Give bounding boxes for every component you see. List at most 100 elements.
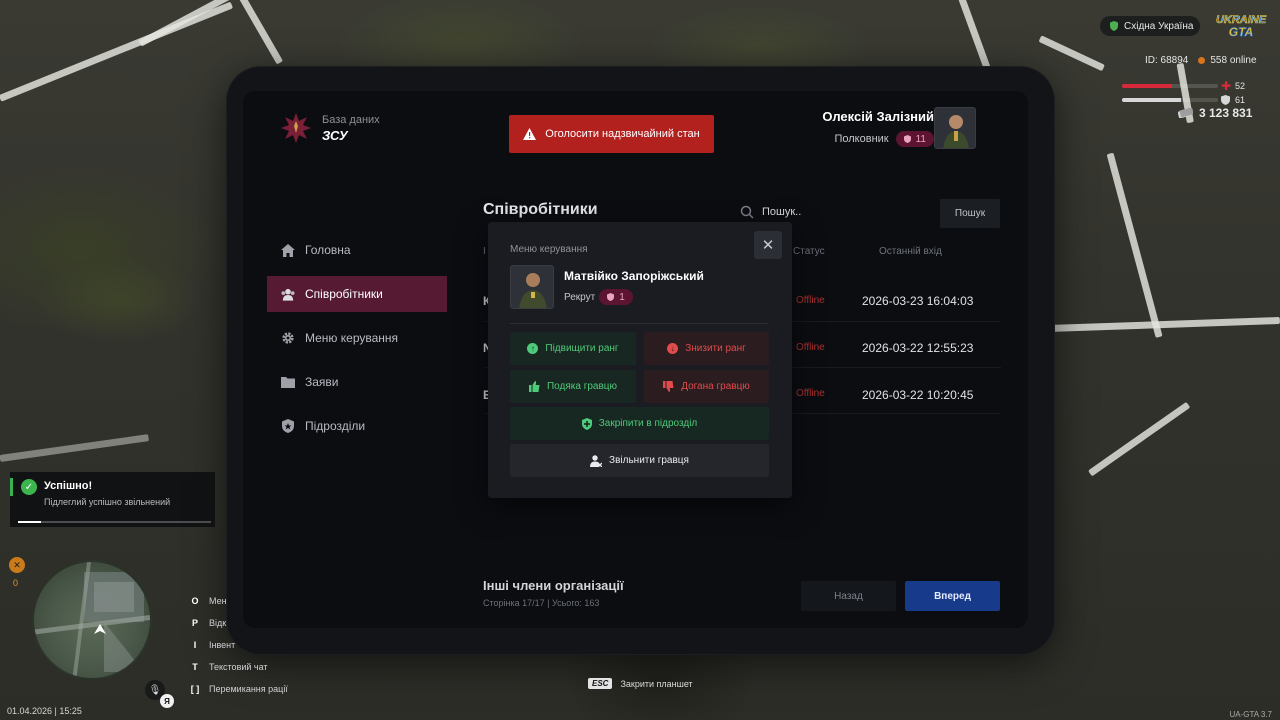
dismiss-player-label: Звільнити гравця xyxy=(609,455,689,466)
user-name: Олексій Залізний xyxy=(822,109,934,124)
sidebar-item-home[interactable]: Головна xyxy=(267,232,447,268)
key-label: O xyxy=(191,596,199,606)
money-icon xyxy=(1178,108,1193,118)
online-icon xyxy=(1198,57,1206,64)
database-name: ЗСУ xyxy=(322,128,348,143)
database-label: База даних xyxy=(322,114,380,126)
search-button[interactable]: Пошук xyxy=(940,199,1000,228)
emergency-button[interactable]: Оголосити надзвичайний стан xyxy=(509,115,714,153)
emergency-button-label: Оголосити надзвичайний стан xyxy=(545,128,700,140)
road-marking xyxy=(1038,35,1105,72)
folder-icon xyxy=(281,375,295,389)
promote-button[interactable]: ↑ Підвищити ранг xyxy=(510,332,636,365)
demote-button[interactable]: ↓ Знизити ранг xyxy=(644,332,769,365)
rank-badge: 1 xyxy=(599,289,633,305)
armor-bar xyxy=(1122,98,1218,102)
key-label: T xyxy=(192,662,198,672)
armor-value: 61 xyxy=(1235,95,1246,105)
server-logo: UKRAINE GTA xyxy=(1216,14,1267,40)
region-shield-icon xyxy=(1110,21,1118,31)
search-box[interactable]: Пошук.. xyxy=(740,201,930,223)
road-marking xyxy=(0,1,234,102)
next-button[interactable]: Вперед xyxy=(905,581,1000,611)
check-icon: ✓ xyxy=(21,479,37,495)
user-rank-label: Полковник xyxy=(834,133,889,145)
arrow-down-icon: ↓ xyxy=(667,343,679,354)
sidebar-item-units[interactable]: Підрозділи xyxy=(267,408,447,444)
shield-icon xyxy=(281,419,295,433)
column-header-status: Статус xyxy=(793,246,825,257)
toast-progress-track xyxy=(18,521,211,523)
back-button[interactable]: Назад xyxy=(801,581,896,611)
status-badge: Offline xyxy=(796,342,825,353)
player-id: ID: 68894 xyxy=(1145,55,1189,66)
column-header-id: І xyxy=(483,246,486,257)
health-icon: ✚ xyxy=(1221,79,1232,93)
user-rank: Полковник 11 xyxy=(834,131,934,147)
money-amount: 3 123 831 xyxy=(1199,106,1253,120)
armor-bar-fill xyxy=(1122,98,1181,102)
control-menu-modal: Меню керування ✕ Матвійко Запоріжський Р… xyxy=(488,222,792,498)
player-name: Матвійко Запоріжський xyxy=(564,269,704,283)
keybind-row: T Текстовий чат xyxy=(189,656,339,678)
sidebar-item-control-menu[interactable]: Меню керування xyxy=(267,320,447,356)
success-toast: ✓ Успішно! Підлеглий успішно звільнений xyxy=(10,472,215,527)
sidebar-item-employees[interactable]: Співробітники xyxy=(267,276,447,312)
money-display: 3 123 831 xyxy=(1178,106,1252,120)
svg-text:GTA: GTA xyxy=(1229,25,1253,39)
key-label: I xyxy=(193,640,197,650)
health-bar-fill xyxy=(1122,84,1172,88)
close-tablet-hint: ESC Закрити планшет xyxy=(588,678,693,689)
last-login-time: 2026-03-23 16:04:03 xyxy=(862,294,974,308)
users-icon xyxy=(281,287,295,301)
user-remove-icon xyxy=(590,454,603,467)
dismiss-player-button[interactable]: Звільнити гравця xyxy=(510,444,769,477)
search-input[interactable]: Пошук.. xyxy=(762,206,801,218)
keybind-action: Мен xyxy=(209,596,227,606)
reprimand-label: Догана гравцю xyxy=(681,381,750,392)
player-rank: Рекрут 1 xyxy=(564,289,633,305)
assign-unit-button[interactable]: Закріпити в підрозділ xyxy=(510,407,769,440)
keybind-row: O Мен xyxy=(189,590,339,612)
side-counter: 0 xyxy=(13,578,19,588)
arrow-up-icon: ↑ xyxy=(527,343,539,354)
close-tablet-label: Закрити планшет xyxy=(620,678,693,689)
reprimand-button[interactable]: Догана гравцю xyxy=(644,370,769,403)
player-id-online: ID: 68894 558 online xyxy=(1145,55,1257,66)
toast-message: Підлеглий успішно звільнений xyxy=(44,497,171,507)
user-avatar[interactable] xyxy=(934,107,976,149)
region-indicator: Східна Україна xyxy=(1100,16,1200,36)
keybind-row: P Відк xyxy=(189,612,339,634)
close-button[interactable]: ✕ xyxy=(754,231,782,259)
key-label: [ ] xyxy=(190,684,200,694)
section-title: Співробітники xyxy=(483,201,598,218)
sidebar-nav: Головна Співробітники Меню керування Зая… xyxy=(267,232,447,452)
sidebar-item-label: Головна xyxy=(305,243,351,257)
road-marking xyxy=(236,0,284,65)
hunger-icon: ✕ xyxy=(9,557,25,573)
assign-unit-label: Закріпити в підрозділ xyxy=(598,418,698,429)
road-marking xyxy=(1106,152,1163,338)
warning-icon xyxy=(523,128,537,140)
rank-level: 1 xyxy=(619,291,625,303)
status-badge: Offline xyxy=(796,388,825,399)
last-login-time: 2026-03-22 12:55:23 xyxy=(862,341,974,355)
armor-icon xyxy=(1221,95,1230,105)
version-label: UA-GTA 3.7 xyxy=(1229,710,1272,719)
voice-badge: Я xyxy=(160,694,174,708)
search-icon xyxy=(740,205,754,219)
toast-accent xyxy=(10,478,13,496)
close-icon: ✕ xyxy=(761,237,775,254)
sidebar-item-applications[interactable]: Заяви xyxy=(267,364,447,400)
thank-button[interactable]: Подяка гравцю xyxy=(510,370,636,403)
region-name: Східна Україна xyxy=(1124,20,1194,32)
pagination-info: Сторінка 17/17 | Усього: 163 xyxy=(483,598,600,608)
minimap xyxy=(32,560,152,680)
status-badge: Offline xyxy=(796,295,825,306)
keybind-hints: O Мен P Відк I Інвент T Текстовий чат [ ] Пер… xyxy=(189,590,339,700)
sidebar-item-label: Меню керування xyxy=(305,331,399,345)
rank-shield-icon xyxy=(903,135,911,143)
gear-icon xyxy=(281,331,295,345)
keybind-action: Текстовий чат xyxy=(209,662,268,672)
avatar-portrait-icon xyxy=(935,108,975,148)
